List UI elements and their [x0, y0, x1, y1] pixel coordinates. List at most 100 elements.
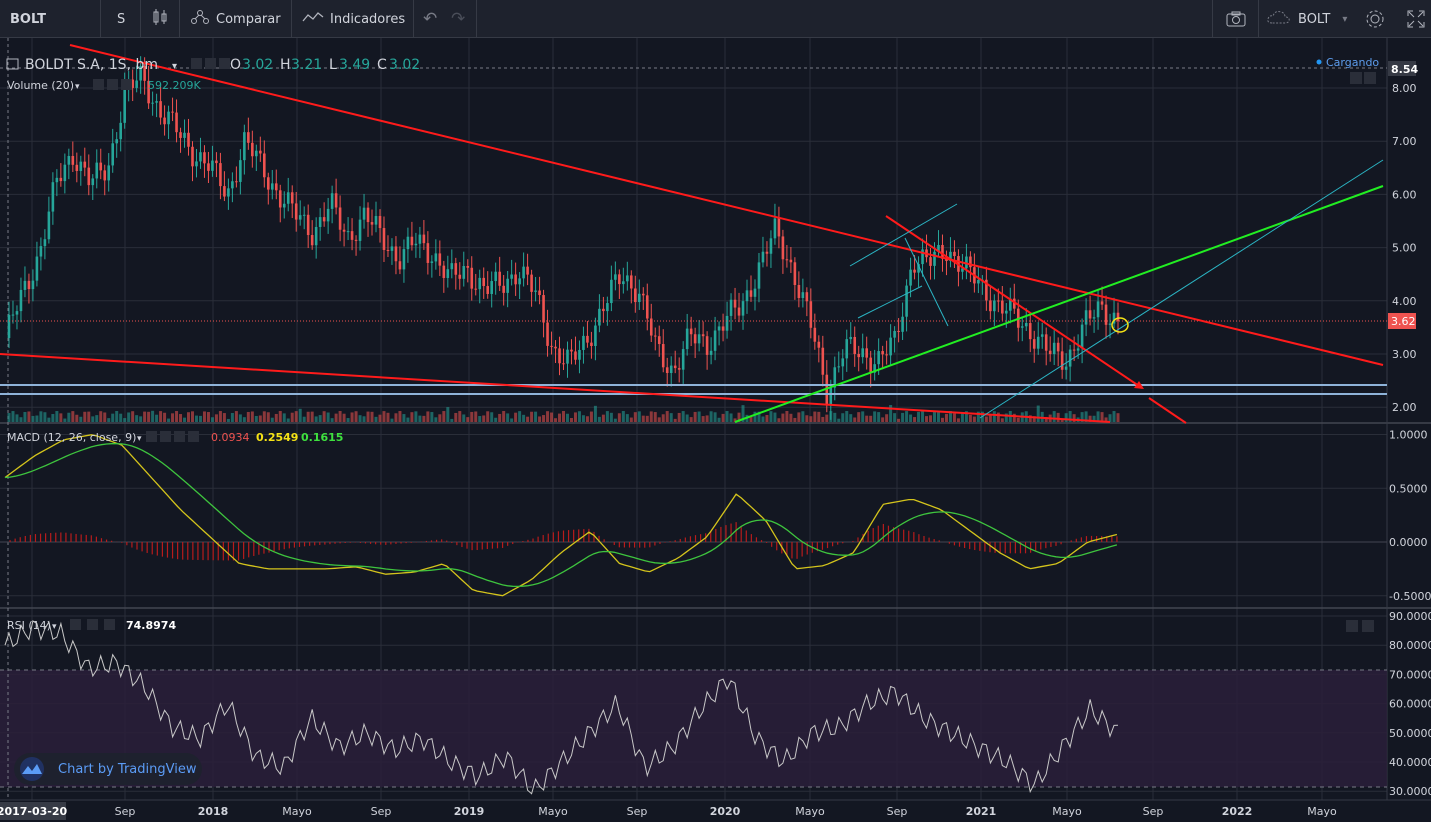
candle-body	[498, 271, 501, 286]
volume-bar	[302, 416, 306, 422]
undo-icon[interactable]: ↶	[423, 0, 437, 38]
volume-bar	[717, 417, 721, 422]
eye-icon[interactable]	[93, 79, 104, 90]
volume-bar	[593, 405, 597, 422]
price-tick-label: 2.00	[1392, 401, 1417, 414]
candle-body	[953, 251, 956, 257]
pane-down-icon[interactable]	[1364, 72, 1376, 84]
macd-axis[interactable]: 1.0000 0.5000 0.0000 -0.5000	[1389, 429, 1431, 603]
settings-gear-icon[interactable]	[1365, 0, 1385, 38]
volume-bar	[837, 418, 841, 422]
candle-body	[171, 111, 174, 113]
time-tick-label: Mayo	[1307, 805, 1337, 818]
pane-up-icon[interactable]	[1346, 620, 1358, 632]
volume-bar	[63, 418, 67, 422]
settings-icon[interactable]	[87, 619, 98, 630]
candle-body	[1060, 351, 1064, 370]
candle-body	[43, 239, 47, 247]
symbol-search-button[interactable]: BOLT	[10, 0, 46, 38]
volume-bar	[502, 411, 506, 422]
volume-bar	[510, 418, 514, 422]
legend-high-value: 3.21	[291, 57, 322, 73]
channel-line-cyan[interactable]	[857, 285, 923, 319]
close-icon[interactable]	[219, 58, 230, 69]
volume-bar	[143, 411, 147, 422]
candle-body	[993, 300, 996, 312]
candle-body	[645, 295, 649, 319]
volume-bar	[139, 416, 143, 422]
interval-button[interactable]: S	[117, 0, 125, 38]
candle-body	[370, 222, 374, 225]
eye-icon[interactable]	[70, 619, 81, 630]
volume-bar	[163, 412, 167, 422]
close-icon[interactable]	[121, 79, 132, 90]
candle-body	[362, 207, 366, 220]
indicators-button[interactable]: Indicadores	[302, 0, 405, 38]
volume-bar	[159, 411, 163, 422]
candle-body	[235, 181, 238, 183]
snapshot-icon[interactable]	[1226, 0, 1246, 38]
tradingview-watermark[interactable]: Chart by TradingView	[14, 753, 202, 785]
volume-bar	[709, 411, 713, 422]
candle-body	[398, 261, 402, 270]
candle-body	[223, 186, 226, 197]
legend-open-value: 3.02	[242, 57, 273, 73]
candle-body	[869, 357, 872, 373]
volume-bar	[1108, 414, 1112, 422]
candle-body	[55, 177, 59, 183]
arrow-red-projection[interactable]	[1148, 397, 1187, 424]
candle-body	[641, 293, 645, 296]
fullscreen-icon[interactable]	[1407, 0, 1425, 38]
candle-body	[270, 183, 274, 190]
candle-body	[494, 271, 497, 282]
eye-icon[interactable]	[160, 431, 171, 442]
chart-canvas[interactable]: 8.00 7.00 6.00 5.00 4.00 3.00 2.00 8.54 3.62 1…	[0, 38, 1431, 822]
close-icon[interactable]	[104, 619, 115, 630]
loading-dot	[1316, 59, 1322, 65]
pane-up-icon[interactable]	[1350, 72, 1362, 84]
time-tick-label: 2017-03-20	[0, 805, 68, 818]
settings-icon[interactable]	[107, 79, 118, 90]
settings-icon[interactable]	[174, 431, 185, 442]
candle-body	[622, 281, 625, 285]
rsi-axis[interactable]: 90.0000 80.0000 70.0000 60.0000 50.0000 40.00…	[1389, 610, 1431, 798]
layout-save-button[interactable]: BOLT ▾	[1266, 0, 1347, 38]
redo-icon[interactable]: ↷	[451, 0, 465, 38]
volume-bar	[1036, 405, 1040, 422]
chevron-down-icon[interactable]: ▾	[137, 434, 142, 444]
volume-bar	[841, 413, 845, 422]
compare-button[interactable]: Comparar	[190, 0, 281, 38]
settings-icon[interactable]	[205, 58, 216, 69]
trendline-red-down[interactable]	[885, 215, 1143, 389]
time-axis[interactable]: 2017-03-20 Sep 2018 Mayo Sep 2019 Mayo Sep 2020 M…	[0, 802, 1337, 820]
volume-bar	[43, 412, 47, 422]
volume-bar	[613, 418, 617, 422]
volume-bar	[454, 412, 458, 422]
trendline-red-lower[interactable]	[0, 353, 1111, 423]
chevron-down-icon[interactable]: ▾	[172, 61, 177, 72]
volume-bar	[673, 418, 677, 422]
volume-bar	[605, 411, 609, 422]
candle-body	[430, 261, 434, 263]
candle-body	[929, 257, 932, 266]
candle-body	[7, 314, 11, 339]
price-axis[interactable]: 8.00 7.00 6.00 5.00 4.00 3.00 2.00	[1392, 82, 1417, 414]
candle-body	[227, 188, 230, 197]
candle-body	[203, 152, 206, 164]
volume-bar	[290, 412, 294, 422]
eye-icon[interactable]	[191, 58, 202, 69]
volume-bar	[15, 414, 19, 422]
close-icon[interactable]	[188, 431, 199, 442]
source-icon[interactable]	[146, 431, 157, 442]
volume-bar	[581, 415, 585, 422]
trendline-green[interactable]	[734, 185, 1384, 423]
chevron-down-icon[interactable]: ▾	[52, 622, 57, 632]
candle-body	[366, 207, 370, 223]
rsi-tick-label: 30.0000	[1389, 785, 1431, 798]
chart-type-button[interactable]	[152, 0, 174, 38]
chevron-down-icon[interactable]: ▾	[75, 82, 80, 92]
pane-down-icon[interactable]	[1362, 620, 1374, 632]
channel-line-cyan[interactable]	[979, 159, 1384, 419]
candle-body	[1020, 326, 1024, 328]
volume-bar	[218, 411, 222, 422]
